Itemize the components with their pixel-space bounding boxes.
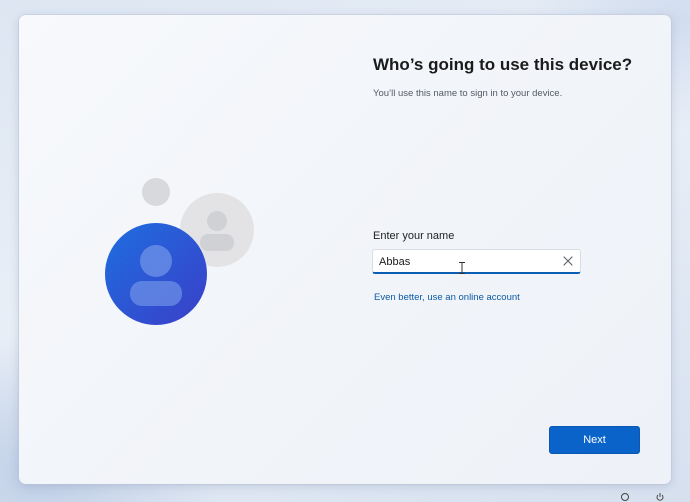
setup-dialog: Who’s going to use this device? You’ll u… (19, 15, 671, 484)
next-button[interactable]: Next (549, 426, 640, 454)
page-subtitle: You’ll use this name to sign in to your … (373, 88, 563, 99)
accessibility-icon[interactable] (620, 492, 630, 502)
text-cursor-icon (459, 262, 465, 274)
people-icon (105, 178, 254, 325)
name-input[interactable] (379, 252, 555, 271)
page-title: Who’s going to use this device? (373, 55, 633, 74)
name-input-container (372, 249, 581, 274)
name-field-label: Enter your name (373, 230, 455, 242)
close-icon[interactable] (562, 255, 574, 267)
online-account-link[interactable]: Even better, use an online account (374, 292, 520, 303)
power-icon[interactable] (655, 492, 665, 502)
